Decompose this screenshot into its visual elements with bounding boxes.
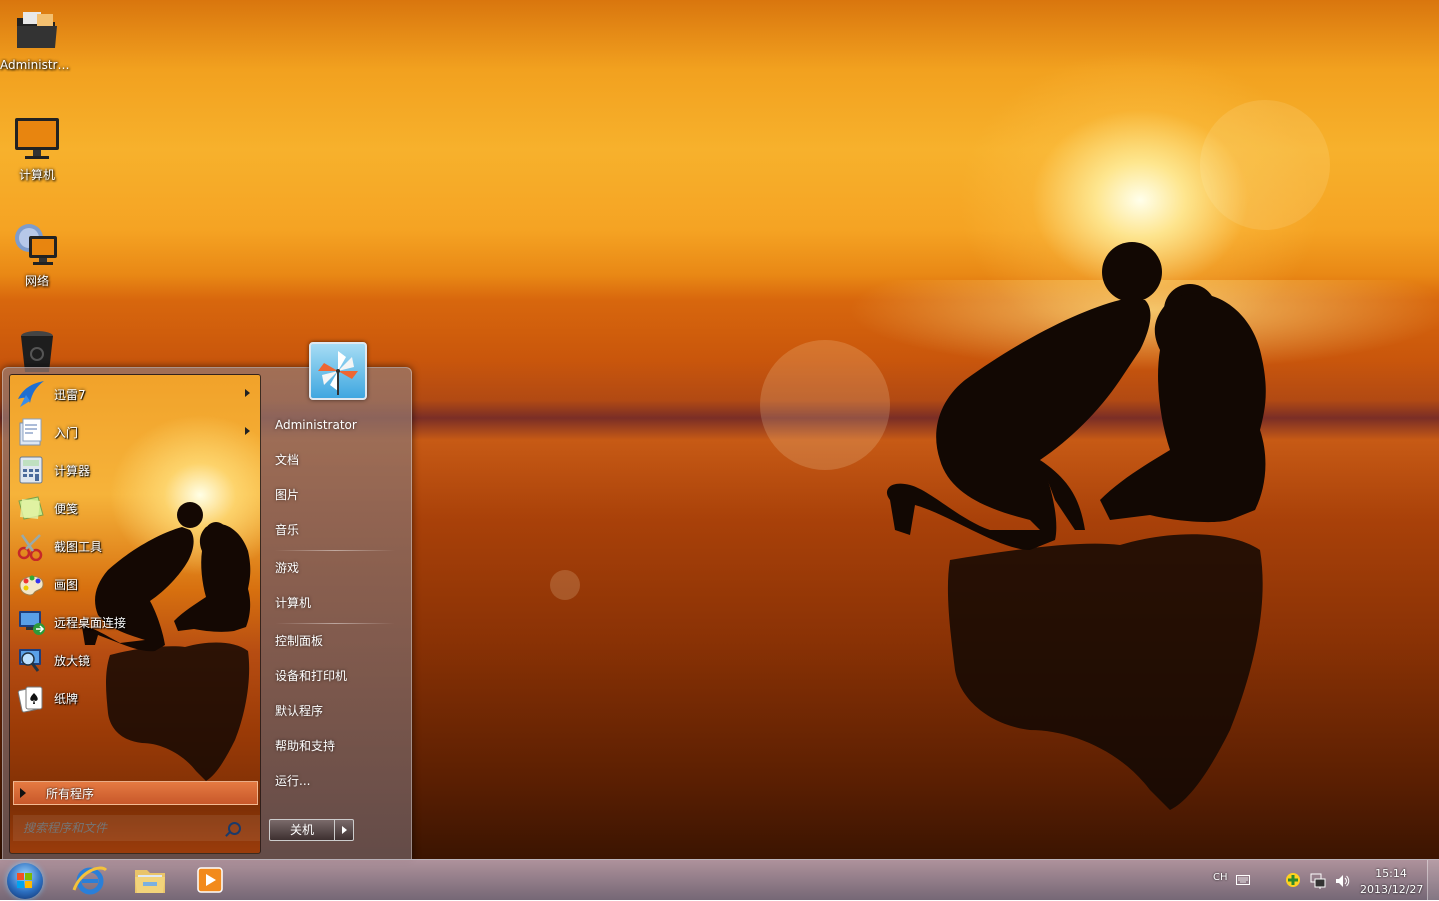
start-button[interactable] [7, 863, 43, 899]
security-shield-icon[interactable] [1285, 872, 1301, 891]
lens-flare [550, 570, 580, 600]
shutdown-options-button[interactable] [335, 819, 354, 841]
media-player-icon [197, 867, 223, 893]
shutdown-group: 关机 [269, 819, 354, 841]
network-icon [13, 222, 61, 270]
search-icon[interactable] [228, 822, 241, 835]
folder-icon [13, 8, 61, 56]
search-input[interactable] [13, 815, 260, 841]
submenu-arrow-icon [245, 389, 250, 397]
program-label: 远程桌面连接 [54, 615, 127, 630]
program-item-xunlei[interactable]: 迅雷7 [10, 375, 260, 413]
program-item-getting-started[interactable]: 入门 [10, 413, 260, 451]
link-user-folder[interactable]: Administrator [265, 408, 405, 443]
all-programs-button[interactable]: 所有程序 [13, 781, 258, 805]
program-label: 入门 [54, 425, 79, 440]
explorer-icon [135, 870, 165, 893]
program-item-snipping-tool[interactable]: 截图工具 [10, 527, 260, 565]
show-desktop-button[interactable] [1427, 860, 1439, 900]
lens-flare [1200, 100, 1330, 230]
taskbar-internet-explorer[interactable] [70, 862, 110, 898]
couple-silhouette [886, 242, 1266, 810]
snipping-tool-icon [16, 531, 46, 562]
clock-time: 15:14 [1375, 867, 1407, 880]
shutdown-button[interactable]: 关机 [269, 819, 335, 841]
desktop-icon-label: 计算机 [18, 168, 55, 182]
link-computer[interactable]: 计算机 [265, 586, 405, 621]
remote-desktop-icon [16, 607, 46, 637]
volume-icon[interactable] [1334, 873, 1350, 892]
link-devices-printers[interactable]: 设备和打印机 [265, 659, 405, 694]
solitaire-icon [16, 683, 46, 713]
language-indicator[interactable]: CH [1213, 872, 1228, 883]
program-label: 迅雷7 [54, 387, 86, 402]
program-label: 计算器 [54, 463, 91, 478]
chevron-right-icon [20, 788, 26, 798]
magnifier-icon [16, 645, 46, 675]
desktop-icon-computer[interactable]: 计算机 [0, 116, 74, 183]
program-item-magnifier[interactable]: 放大镜 [10, 641, 260, 679]
computer-icon [13, 116, 61, 164]
xunlei-icon [16, 379, 46, 409]
program-item-remote-desktop[interactable]: 远程桌面连接 [10, 603, 260, 641]
internet-explorer-icon [72, 866, 108, 895]
link-run[interactable]: 运行... [265, 764, 405, 799]
keyboard-icon[interactable] [1236, 875, 1250, 888]
calculator-icon [16, 455, 46, 485]
system-clock[interactable]: 15:14 2013/12/27 [1360, 866, 1424, 898]
start-menu: 迅雷7 入门 计算器 便笺 截图工具 画图 远程桌面连接 放大镜 纸牌 所有程序… [2, 342, 412, 861]
network-status-icon[interactable] [1310, 873, 1326, 892]
link-music[interactable]: 音乐 [265, 513, 405, 548]
taskbar-windows-explorer[interactable] [130, 862, 170, 898]
taskbar: CH 15:14 2013/12/27 [0, 859, 1439, 900]
desktop-icon-network[interactable]: 网络 [0, 222, 74, 289]
paint-icon [16, 569, 46, 599]
program-item-paint[interactable]: 画图 [10, 565, 260, 603]
start-menu-links-pane: Administrator 文档 图片 音乐 游戏 计算机 控制面板 设备和打印… [265, 408, 405, 799]
link-pictures[interactable]: 图片 [265, 478, 405, 513]
desktop-icon-label: Administra... [0, 58, 74, 72]
link-default-programs[interactable]: 默认程序 [265, 694, 405, 729]
program-label: 放大镜 [54, 653, 91, 668]
submenu-arrow-icon [245, 427, 250, 435]
getting-started-icon [16, 417, 46, 447]
desktop-icon-administrator[interactable]: Administra... [0, 8, 74, 72]
link-documents[interactable]: 文档 [265, 443, 405, 478]
clock-date: 2013/12/27 [1360, 883, 1424, 896]
all-programs-label: 所有程序 [46, 786, 95, 801]
desktop-icon-label: 网络 [24, 274, 49, 288]
program-label: 截图工具 [54, 539, 103, 554]
user-picture[interactable] [309, 342, 367, 400]
program-item-solitaire[interactable]: 纸牌 [10, 679, 260, 717]
program-label: 纸牌 [54, 691, 79, 706]
program-list: 迅雷7 入门 计算器 便笺 截图工具 画图 远程桌面连接 放大镜 纸牌 [10, 375, 260, 717]
program-label: 画图 [54, 577, 79, 592]
taskbar-media-player[interactable] [190, 862, 230, 898]
pinwheel-icon [318, 351, 358, 395]
program-item-calculator[interactable]: 计算器 [10, 451, 260, 489]
program-label: 便笺 [54, 501, 79, 516]
link-help-support[interactable]: 帮助和支持 [265, 729, 405, 764]
link-games[interactable]: 游戏 [265, 551, 405, 586]
program-item-sticky-notes[interactable]: 便笺 [10, 489, 260, 527]
start-menu-program-pane: 迅雷7 入门 计算器 便笺 截图工具 画图 远程桌面连接 放大镜 纸牌 所有程序… [9, 374, 261, 854]
windows-logo-icon [17, 873, 33, 889]
link-control-panel[interactable]: 控制面板 [265, 624, 405, 659]
sticky-notes-icon [16, 493, 46, 523]
